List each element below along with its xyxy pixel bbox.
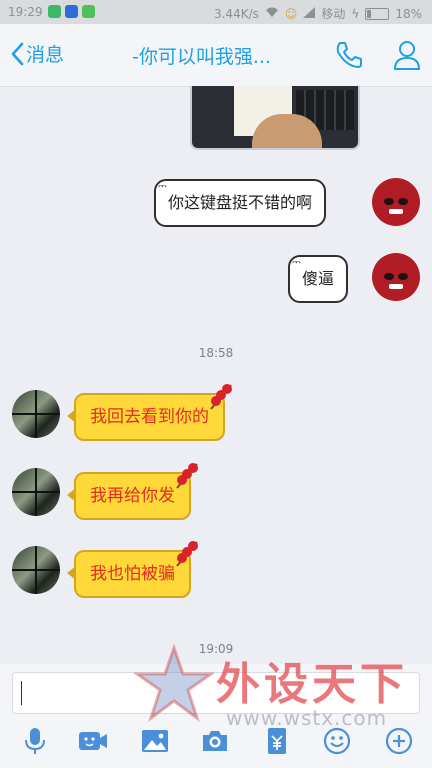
message-text: 我回去看到你的 — [90, 407, 209, 427]
message-text: 我再给你发 — [90, 486, 175, 506]
video-icon[interactable] — [78, 726, 108, 756]
chevron-left-icon — [11, 42, 24, 65]
microphone-icon[interactable] — [20, 726, 50, 756]
contact-avatar[interactable] — [12, 390, 60, 438]
candied-haws-icon — [176, 463, 198, 489]
text-caret — [21, 681, 22, 705]
chat-title[interactable]: -你可以叫我强... — [132, 42, 302, 69]
camera-icon[interactable] — [200, 726, 230, 756]
image-icon[interactable] — [140, 726, 170, 756]
wifi-icon — [265, 7, 279, 21]
green-app-icon — [82, 5, 95, 18]
blue-app-icon — [65, 5, 78, 18]
message-timestamp: 18:58 — [198, 346, 234, 360]
emoji-status-icon: ☺ — [284, 6, 298, 21]
phone-icon[interactable] — [334, 40, 364, 70]
chat-header: 消息 -你可以叫我强... — [0, 24, 432, 87]
battery-icon — [365, 7, 390, 20]
message-text: 你这键盘挺不错的啊 — [168, 193, 313, 212]
candied-haws-icon — [210, 384, 232, 410]
back-label: 消息 — [26, 44, 65, 66]
battery-percent: 18% — [395, 6, 422, 21]
bubble-ears-icon: ᵔᵔ — [292, 258, 301, 274]
contact-avatar[interactable] — [12, 468, 60, 516]
back-button[interactable]: 消息 — [10, 40, 64, 67]
message-text: 傻逼 — [302, 269, 335, 288]
network-speed: 3.44K/s — [213, 6, 259, 21]
outgoing-message-bubble[interactable]: ᵔᵔ 你这键盘挺不错的啊 — [154, 179, 327, 227]
status-time: 19:29 — [8, 5, 43, 19]
my-avatar[interactable] — [372, 253, 420, 301]
outgoing-message-bubble[interactable]: ᵔᵔ 傻逼 — [288, 255, 349, 303]
charging-icon: ϟ — [351, 6, 360, 21]
image-message[interactable] — [190, 86, 360, 150]
bubble-ears-icon: ᵔᵔ — [158, 182, 167, 198]
red-packet-icon[interactable] — [262, 726, 292, 756]
shield-app-icon — [48, 5, 61, 18]
incoming-message-bubble[interactable]: 我回去看到你的 — [67, 384, 232, 441]
status-bar: 19:29 3.44K/s ☺ 移动 ϟ 18% — [0, 0, 432, 24]
profile-icon[interactable] — [392, 39, 422, 71]
contact-avatar[interactable] — [12, 546, 60, 594]
incoming-message-bubble[interactable]: 我再给你发 — [67, 463, 198, 520]
my-avatar[interactable] — [372, 178, 420, 226]
signal-icon — [303, 6, 316, 21]
message-input[interactable] — [12, 672, 420, 714]
notification-icons — [48, 5, 95, 18]
carrier-label: 移动 — [321, 7, 346, 21]
candied-haws-icon — [176, 541, 198, 567]
emoji-icon[interactable] — [322, 726, 352, 756]
plus-icon[interactable] — [384, 726, 414, 756]
message-timestamp: 19:09 — [198, 642, 234, 656]
message-text: 我也怕被骗 — [90, 564, 175, 584]
incoming-message-bubble[interactable]: 我也怕被骗 — [67, 541, 198, 598]
